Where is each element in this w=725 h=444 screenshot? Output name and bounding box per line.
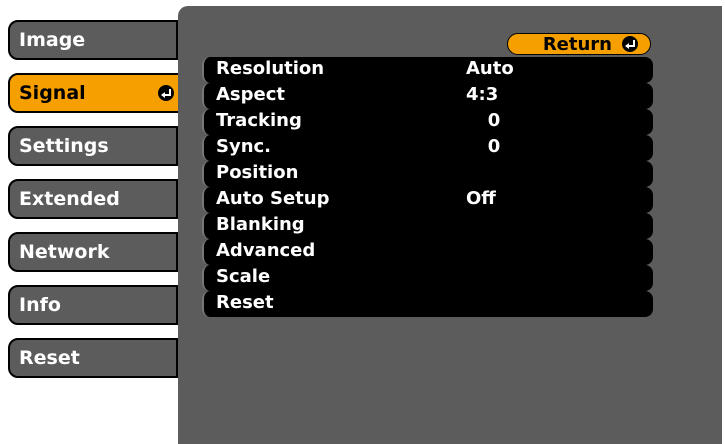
menu-tab-label: Image	[19, 29, 86, 51]
setting-row-sync[interactable]: Sync. 0	[202, 135, 653, 161]
setting-value: Auto	[466, 58, 514, 79]
setting-label: Advanced	[216, 240, 316, 261]
setting-row-advanced[interactable]: Advanced	[202, 239, 653, 265]
setting-value: 0	[487, 136, 501, 157]
menu-tab-label: Settings	[19, 135, 109, 157]
setting-label: Aspect	[216, 84, 286, 105]
menu-tab-info[interactable]: Info	[8, 285, 184, 325]
setting-label: Sync.	[216, 136, 272, 157]
menu-tab-image[interactable]: Image	[8, 20, 184, 60]
setting-row-auto-setup[interactable]: Auto Setup Off	[202, 187, 653, 213]
setting-label: Position	[216, 162, 299, 183]
setting-label: Reset	[216, 292, 274, 313]
setting-label: Tracking	[216, 110, 302, 131]
signal-settings-list: Resolution Auto Aspect 4:3 Tracking 0 Sy…	[202, 57, 653, 317]
setting-row-position[interactable]: Position	[202, 161, 653, 187]
setting-row-resolution[interactable]: Resolution Auto	[202, 57, 653, 83]
setting-row-tracking[interactable]: Tracking 0	[202, 109, 653, 135]
menu-tab-label: Info	[19, 294, 61, 316]
setting-label: Scale	[216, 266, 271, 287]
setting-row-reset[interactable]: Reset	[202, 291, 653, 317]
menu-tab-label: Signal	[19, 82, 86, 104]
return-button[interactable]: Return	[507, 33, 651, 55]
setting-value: 4:3	[466, 84, 499, 105]
menu-tab-signal[interactable]: Signal	[8, 73, 184, 113]
setting-value: Off	[466, 188, 496, 209]
setting-label: Resolution	[216, 58, 325, 79]
setting-label: Auto Setup	[216, 188, 330, 209]
enter-icon	[622, 36, 638, 52]
setting-row-scale[interactable]: Scale	[202, 265, 653, 291]
return-label: Return	[542, 33, 612, 55]
menu-tab-reset[interactable]: Reset	[8, 338, 184, 378]
menu-tab-network[interactable]: Network	[8, 232, 184, 272]
menu-tab-label: Extended	[19, 188, 120, 210]
setting-row-blanking[interactable]: Blanking	[202, 213, 653, 239]
setting-value: 0	[487, 110, 501, 131]
menu-tab-extended[interactable]: Extended	[8, 179, 184, 219]
main-menu: Image Signal Settings Extended Network I…	[0, 0, 190, 444]
menu-tab-label: Reset	[19, 347, 80, 369]
menu-tab-label: Network	[19, 241, 110, 263]
menu-tab-settings[interactable]: Settings	[8, 126, 184, 166]
setting-label: Blanking	[216, 214, 305, 235]
enter-icon	[158, 85, 174, 101]
setting-row-aspect[interactable]: Aspect 4:3	[202, 83, 653, 109]
